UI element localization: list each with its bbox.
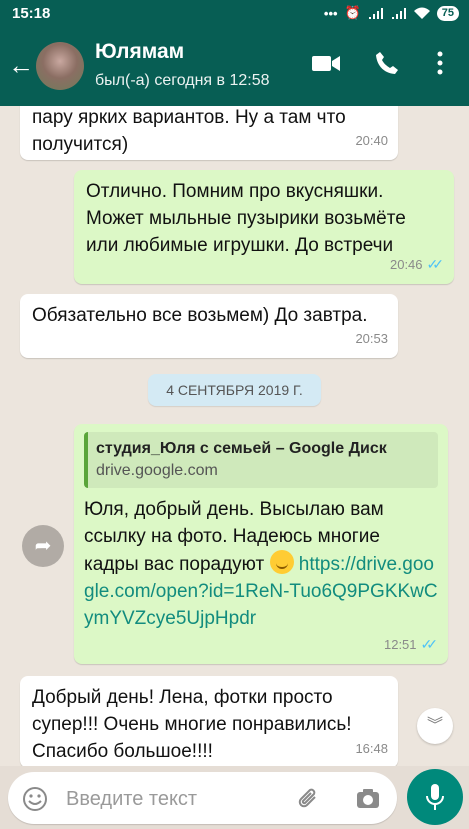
status-bar: 15:18 ••• ⏰ 75	[0, 0, 469, 28]
link-preview-domain: drive.google.com	[96, 462, 218, 479]
signal-icon	[368, 7, 383, 19]
date-divider: 4 СЕНТЯБРЯ 2019 Г.	[148, 374, 321, 406]
phone-call-icon[interactable]	[374, 50, 400, 76]
message-time: 12:51 ✓✓	[384, 631, 438, 658]
back-arrow-icon[interactable]: ←	[8, 52, 34, 78]
alarm-icon: ⏰	[344, 5, 361, 20]
message-input[interactable]	[64, 782, 288, 816]
last-seen-status: был(-а) сегодня в 12:58	[95, 72, 270, 89]
contact-name[interactable]: Юлямам	[95, 40, 184, 64]
more-options-icon[interactable]	[436, 50, 444, 76]
signal-icon-2	[391, 7, 406, 19]
read-ticks-icon: ✓✓	[420, 636, 439, 652]
message-text: Обязательно все возьмем) До завтра.	[32, 305, 368, 326]
mic-button[interactable]	[407, 769, 463, 825]
forward-icon[interactable]: ➦	[22, 525, 64, 567]
status-time: 15:18	[12, 5, 51, 22]
hugging-face-emoji-icon	[269, 550, 294, 574]
message-text: пару ярких вариантов. Ну а там что получ…	[32, 107, 346, 155]
incoming-message[interactable]: пару ярких вариантов. Ну а там что получ…	[20, 106, 398, 160]
camera-icon[interactable]	[355, 786, 381, 812]
notification-dots-icon: •••	[323, 5, 338, 21]
message-time: 16:48	[355, 741, 388, 756]
outgoing-link-message[interactable]: студия_Юля с семьей – Google Диск drive.…	[74, 424, 448, 664]
read-ticks-icon: ✓✓	[426, 256, 445, 272]
video-call-icon[interactable]	[311, 50, 341, 76]
chat-header: ← Юлямам был(-а) сегодня в 12:58	[0, 28, 469, 106]
incoming-message[interactable]: Обязательно все возьмем) До завтра. 20:5…	[20, 294, 398, 358]
mic-icon	[426, 784, 444, 810]
chat-area[interactable]: пару ярких вариантов. Ну а там что получ…	[0, 106, 469, 766]
message-composer	[8, 772, 397, 824]
battery-indicator: 75	[436, 5, 459, 21]
message-time: 20:46 ✓✓	[390, 251, 444, 278]
attach-icon[interactable]	[296, 786, 322, 812]
message-text: Отлично. Помним про вкусняшки. Может мыл…	[86, 181, 406, 256]
emoji-icon[interactable]	[22, 786, 48, 812]
message-time: 20:40	[355, 133, 388, 148]
incoming-message[interactable]: Добрый день! Лена, фотки просто супер!!!…	[20, 676, 398, 766]
message-text: Добрый день! Лена, фотки просто супер!!!…	[32, 687, 352, 762]
message-time: 20:53	[355, 331, 388, 346]
link-preview[interactable]: студия_Юля с семьей – Google Диск drive.…	[84, 432, 438, 488]
scroll-down-button[interactable]: ︾	[417, 708, 453, 744]
avatar[interactable]	[36, 42, 84, 90]
wifi-icon	[413, 7, 430, 19]
outgoing-message[interactable]: Отлично. Помним про вкусняшки. Может мыл…	[74, 170, 454, 284]
link-preview-title: студия_Юля с семьей – Google Диск	[96, 440, 387, 457]
status-icons: ••• ⏰ 75	[324, 5, 459, 21]
